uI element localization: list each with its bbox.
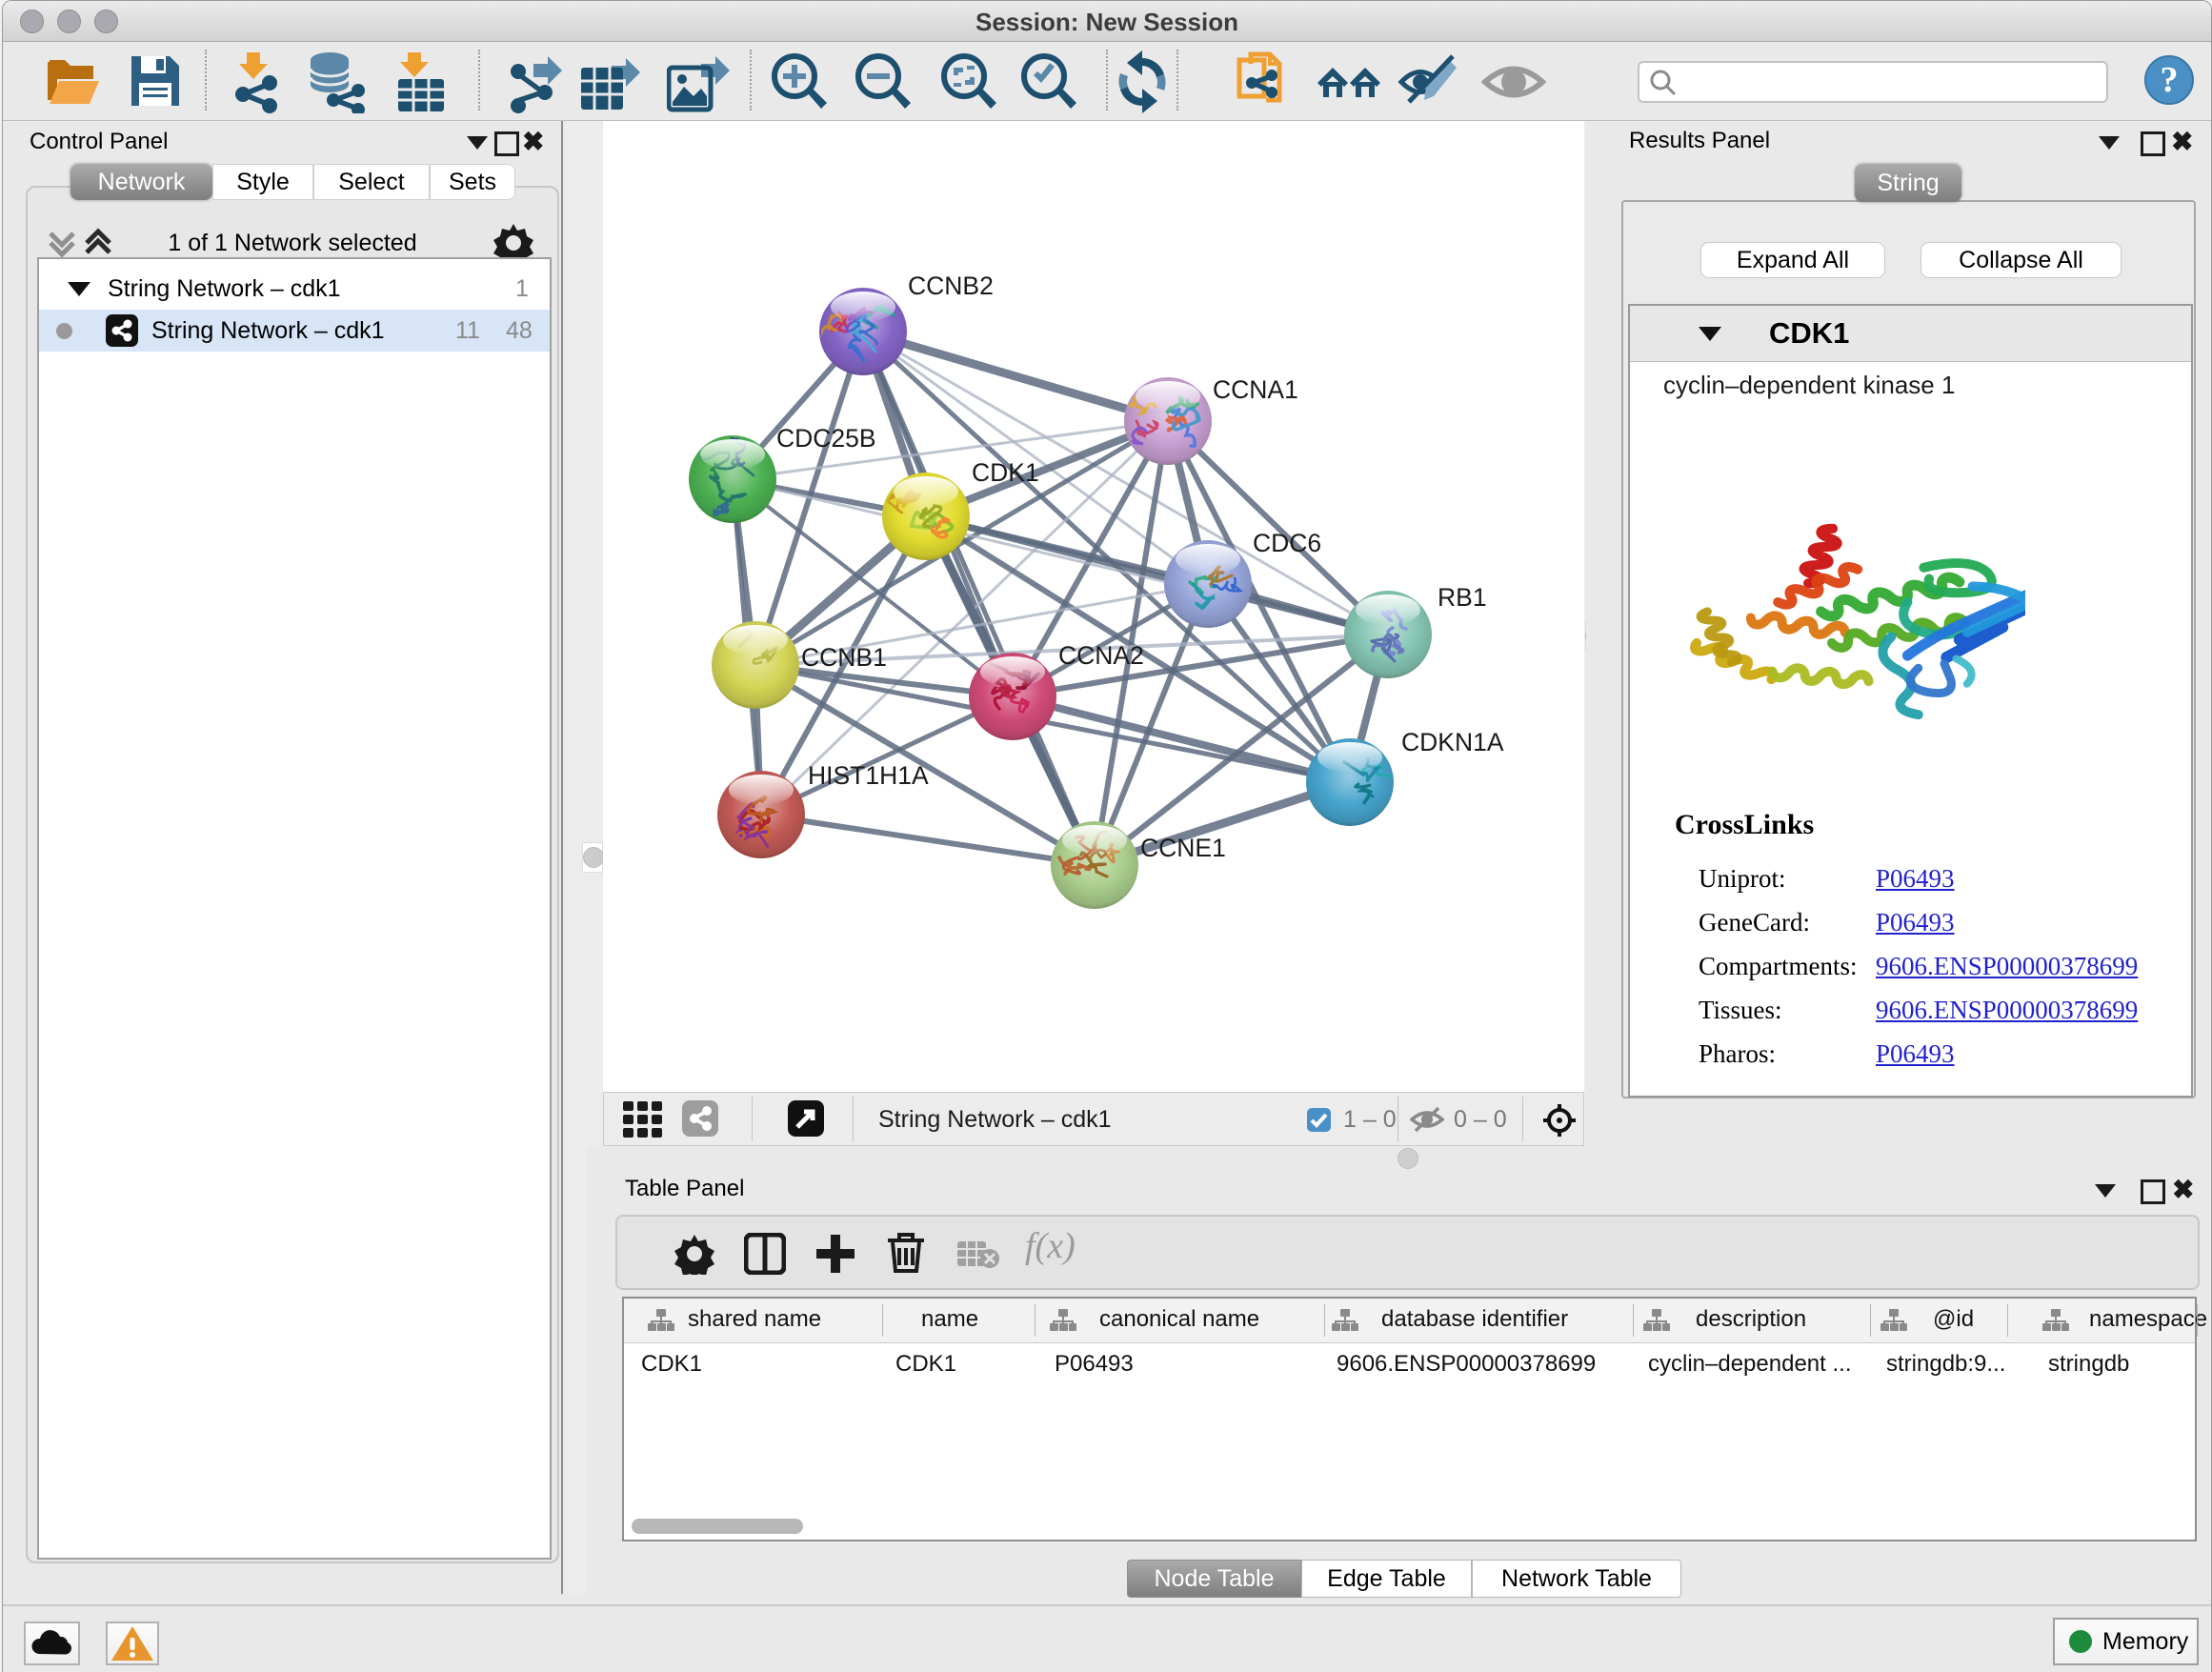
svg-text:CDC25B: CDC25B <box>776 424 876 453</box>
svg-text:CCNB2: CCNB2 <box>908 272 994 300</box>
svg-text:CDKN1A: CDKN1A <box>1401 728 1504 756</box>
svg-text:CCNB1: CCNB1 <box>801 643 887 672</box>
svg-text:CDC6: CDC6 <box>1253 529 1321 557</box>
svg-text:HIST1H1A: HIST1H1A <box>808 761 929 790</box>
svg-text:RB1: RB1 <box>1438 583 1487 612</box>
svg-text:CDK1: CDK1 <box>972 458 1039 487</box>
svg-text:CCNA2: CCNA2 <box>1058 641 1144 670</box>
svg-text:CCNE1: CCNE1 <box>1140 834 1226 862</box>
svg-text:CCNA1: CCNA1 <box>1213 375 1298 404</box>
